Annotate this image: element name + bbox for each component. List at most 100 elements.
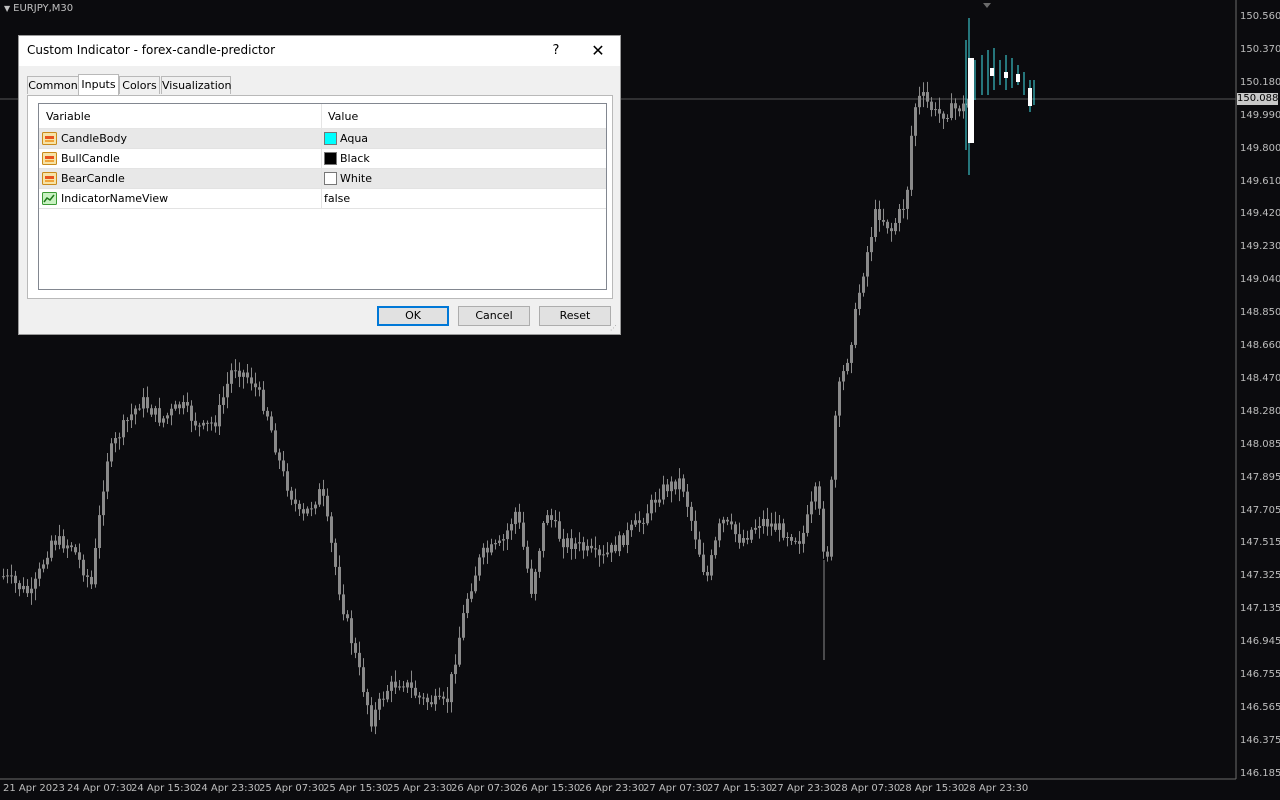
grid-row-bearcandle[interactable]: BearCandle White [39, 169, 606, 189]
predictor-body [990, 68, 994, 76]
price-tick-label: 147.705 [1240, 504, 1280, 516]
candle-body [850, 344, 853, 363]
predictor-body [1004, 72, 1008, 78]
close-button[interactable]: ✕ [587, 40, 609, 62]
variable-name: BearCandle [61, 172, 125, 185]
candle-body [502, 539, 505, 541]
candle-body [694, 520, 697, 540]
candle-body [534, 571, 537, 594]
candle-body [82, 559, 85, 576]
candle-body [618, 535, 621, 552]
candle-body [330, 516, 333, 543]
candle-body [166, 415, 169, 419]
candle-body [182, 402, 185, 409]
tab-inputs[interactable]: Inputs [78, 74, 119, 96]
candle-body [734, 524, 737, 535]
candle-body [382, 698, 385, 700]
candle-body [650, 499, 653, 514]
shift-marker-icon[interactable] [983, 3, 991, 8]
candle-body [666, 484, 669, 492]
candle-body [946, 117, 949, 119]
candle-body [686, 491, 689, 507]
candle-body [258, 387, 261, 390]
color-swatch[interactable] [324, 152, 337, 165]
candle-body [78, 552, 81, 560]
resize-grip-icon[interactable]: ⋰ [610, 324, 618, 332]
grid-row-bullcandle[interactable]: BullCandle Black [39, 149, 606, 169]
reset-button[interactable]: Reset [539, 306, 611, 326]
symbol-label[interactable]: ▼ EURJPY,M30 [4, 3, 73, 14]
collapse-icon[interactable]: ▼ [4, 4, 10, 13]
candle-body [930, 101, 933, 111]
predictor-body [1028, 88, 1032, 106]
time-tick-label: 24 Apr 15:30 [131, 783, 197, 794]
candle-body [362, 667, 365, 693]
grid-header: Variable Value [39, 104, 606, 129]
candle-body [338, 566, 341, 595]
candle-body [486, 547, 489, 553]
time-tick-label: 25 Apr 15:30 [323, 783, 389, 794]
tab-colors[interactable]: Colors [119, 76, 160, 94]
candle-body [94, 547, 97, 585]
grid-row-candlebody[interactable]: CandleBody Aqua [39, 129, 606, 149]
candle-body [134, 408, 137, 415]
candle-body [414, 687, 417, 696]
candle-body [34, 578, 37, 589]
time-tick-label: 28 Apr 07:30 [835, 783, 901, 794]
candle-body [58, 536, 61, 545]
color-swatch[interactable] [324, 132, 337, 145]
ok-button[interactable]: OK [377, 306, 449, 326]
candle-body [554, 519, 557, 522]
value-text[interactable]: Aqua [340, 132, 368, 145]
candle-body [298, 503, 301, 510]
candle-body [910, 135, 913, 190]
candle-body [186, 402, 189, 406]
value-text[interactable]: Black [340, 152, 370, 165]
column-variable[interactable]: Variable [46, 110, 91, 123]
help-button[interactable]: ? [545, 40, 567, 62]
candle-body [846, 362, 849, 372]
candle-body [22, 585, 25, 590]
candle-body [802, 532, 805, 544]
candle-body [794, 540, 797, 542]
candle-body [86, 575, 89, 577]
candle-body [522, 522, 525, 547]
candle-body [918, 95, 921, 108]
price-tick-label: 149.230 [1240, 241, 1280, 253]
candle-body [602, 554, 605, 556]
candle-body [690, 506, 693, 521]
tab-common[interactable]: Common [27, 76, 79, 94]
candle-body [282, 460, 285, 472]
candle-body [394, 681, 397, 688]
tab-visualization[interactable]: Visualization [161, 76, 231, 94]
dialog-titlebar[interactable]: Custom Indicator - forex-candle-predicto… [19, 36, 620, 66]
candle-body [526, 546, 529, 569]
candle-body [470, 591, 473, 599]
candle-body [354, 643, 357, 653]
candle-body [158, 408, 161, 423]
candle-body [334, 542, 337, 567]
value-text[interactable]: White [340, 172, 372, 185]
candle-body [230, 370, 233, 384]
time-tick-label: 28 Apr 15:30 [899, 783, 965, 794]
candle-body [482, 547, 485, 558]
color-swatch[interactable] [324, 172, 337, 185]
candle-body [894, 222, 897, 232]
price-tick-label: 146.375 [1240, 734, 1280, 746]
candle-body [418, 695, 421, 698]
price-tick-label: 147.895 [1240, 471, 1280, 483]
column-separator[interactable] [321, 104, 322, 128]
candle-body [958, 108, 961, 112]
time-tick-label: 28 Apr 23:30 [963, 783, 1029, 794]
column-value[interactable]: Value [328, 110, 358, 123]
candle-body [206, 422, 209, 424]
candle-body [758, 526, 761, 528]
cancel-button[interactable]: Cancel [458, 306, 530, 326]
grid-row-indicatornameview[interactable]: IndicatorNameView false [39, 189, 606, 209]
candle-body [922, 92, 925, 96]
candle-body [194, 420, 197, 426]
price-tick-label: 148.470 [1240, 372, 1280, 384]
value-text[interactable]: false [324, 192, 350, 205]
candle-body [294, 499, 297, 504]
variable-name: BullCandle [61, 152, 120, 165]
